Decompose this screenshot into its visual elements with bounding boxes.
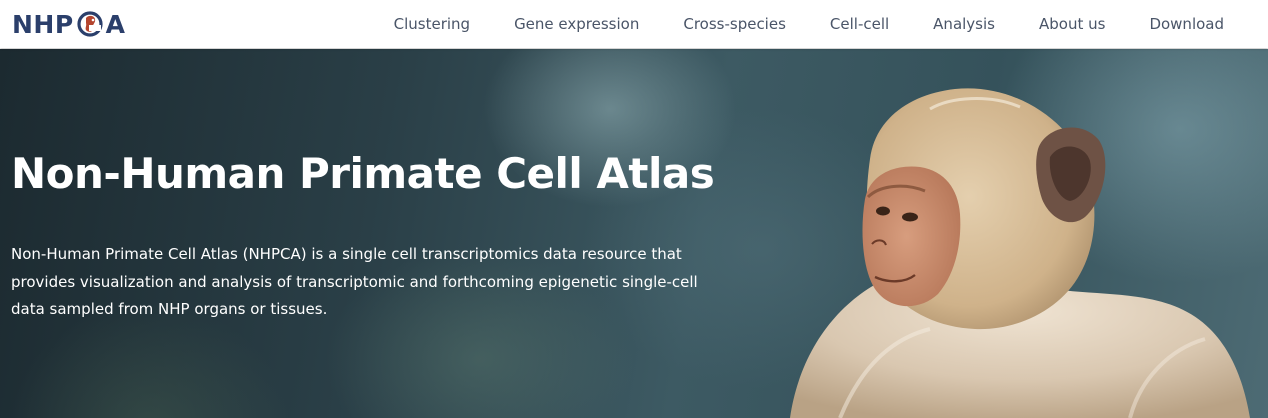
nav-menu: Clustering Gene expression Cross-species… <box>350 0 1224 48</box>
nav-link-analysis[interactable]: Analysis <box>933 15 995 33</box>
nav-link-cell-cell[interactable]: Cell-cell <box>830 15 889 33</box>
nav-link-clustering[interactable]: Clustering <box>394 15 470 33</box>
nav-link-gene-expression[interactable]: Gene expression <box>514 15 639 33</box>
hero-banner: Non-Human Primate Cell Atlas Non-Human P… <box>0 49 1268 418</box>
monkey-logo-icon <box>77 11 103 37</box>
nav-link-about-us[interactable]: About us <box>1039 15 1105 33</box>
page: NHP A Clustering Gene expression Cross-s… <box>0 0 1268 418</box>
nav-link-cross-species[interactable]: Cross-species <box>683 15 786 33</box>
hero-description: Non-Human Primate Cell Atlas (NHPCA) is … <box>11 245 698 318</box>
logo-text-prefix: NHP <box>12 9 74 39</box>
nav-link-download[interactable]: Download <box>1149 15 1224 33</box>
logo-text-suffix: A <box>105 9 126 39</box>
hero-title: Non-Human Primate Cell Atlas <box>11 149 715 198</box>
site-logo[interactable]: NHP A <box>12 6 126 42</box>
macaque-photo <box>790 88 1250 418</box>
top-navbar: NHP A Clustering Gene expression Cross-s… <box>0 0 1268 48</box>
